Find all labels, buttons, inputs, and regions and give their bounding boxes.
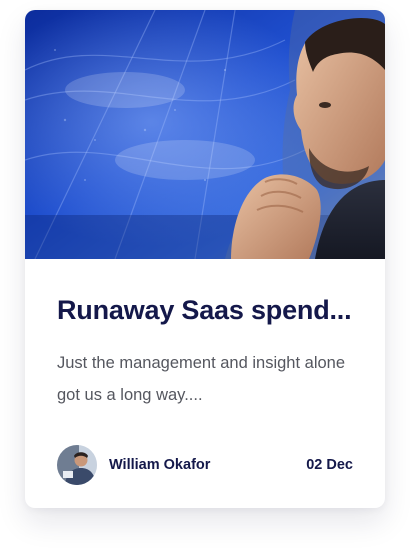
post-excerpt: Just the management and insight alone go… [57, 354, 346, 404]
post-date: 02 Dec [306, 457, 353, 473]
author-avatar[interactable] [57, 445, 97, 485]
post-meta: William Okafor 02 Dec [57, 445, 353, 485]
man-thinking-photo-icon [25, 10, 385, 259]
post-title[interactable]: Runaway Saas spend... [57, 293, 353, 327]
author-name[interactable]: William Okafor [109, 457, 210, 473]
post-hero-image[interactable] [25, 10, 385, 259]
author-avatar-photo-icon [57, 445, 97, 485]
blog-post-card[interactable]: Runaway Saas spend... Just the managemen… [25, 10, 385, 508]
